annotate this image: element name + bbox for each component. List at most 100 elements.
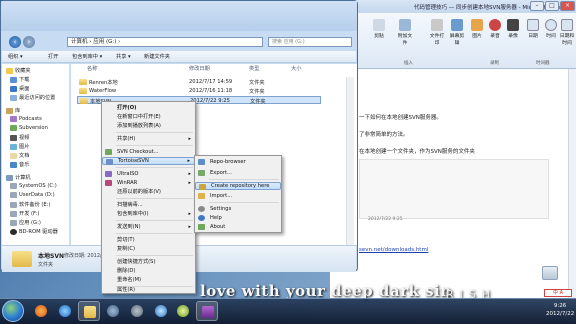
ribbon-datetime-button[interactable]: 日期和时间 (558, 19, 576, 46)
onenote-ribbon: 剪贴 附加文件 文件打印 屏幕剪辑 图片 录音 录像 日期 时间 日期和时间 插… (330, 13, 576, 69)
menu-cut[interactable]: 剪切(T) (102, 236, 195, 244)
menu-import[interactable]: Import... (195, 192, 281, 200)
menu-about[interactable]: About (195, 223, 281, 231)
taskbar-app-7[interactable] (172, 301, 194, 321)
ribbon-picture-button[interactable]: 图片 (468, 19, 486, 39)
menu-send-to[interactable]: 发送到(N) ▸ (102, 223, 195, 231)
minimize-button[interactable]: – (530, 1, 544, 11)
ribbon-clip-button[interactable]: 剪贴 (370, 19, 388, 39)
taskbar-app-4[interactable] (102, 301, 124, 321)
menu-create-repository[interactable]: Create repository here (195, 182, 281, 190)
nav-podcasts[interactable]: Podcasts (10, 116, 42, 122)
file-row[interactable]: WaterFlow 2012/7/16 11:18 文件夹 (77, 87, 321, 95)
menu-settings[interactable]: Settings (195, 205, 281, 213)
explorer-titlebar (1, 1, 357, 31)
back-button[interactable]: ‹ (9, 36, 21, 48)
address-bar[interactable]: 计算机 › 应用 (G:) › (67, 37, 263, 47)
open-button[interactable]: 打开 (48, 53, 58, 60)
nav-music[interactable]: 音乐 (10, 161, 29, 168)
nav-recent[interactable]: 最近访问的位置 (10, 94, 55, 101)
menu-export[interactable]: Export... (195, 169, 281, 177)
ime-indicator[interactable]: 中 A (544, 289, 572, 297)
menu-properties[interactable]: 属性(R) (102, 286, 195, 294)
nav-pictures[interactable]: 图片 (10, 143, 29, 150)
ribbon-screenclip-button[interactable]: 屏幕剪辑 (448, 19, 466, 46)
menu-scan-virus[interactable]: 扫描病毒... (102, 201, 195, 209)
nav-videos[interactable]: 视频 (10, 134, 29, 141)
menu-delete[interactable]: 删除(D) (102, 267, 195, 275)
taskbar-app-2[interactable] (54, 301, 76, 321)
file-list-scrollbar[interactable] (346, 77, 354, 245)
new-folder-button[interactable]: 新建文件夹 (144, 53, 170, 60)
taskbar-app-6[interactable] (150, 301, 172, 321)
close-button[interactable]: × (560, 1, 575, 11)
nav-drive-c[interactable]: SystemOS (C:) (10, 183, 57, 189)
start-button[interactable] (2, 300, 24, 322)
note-line-3: 在本地创建一个文件夹，作为SVN服务的文件夹 (359, 149, 475, 155)
menu-svn-checkout[interactable]: SVN Checkout... (102, 148, 195, 156)
column-size[interactable]: 大小 (291, 65, 301, 72)
column-name[interactable]: 名称 (87, 65, 97, 72)
taskbar-explorer[interactable] (78, 301, 100, 321)
menu-rename[interactable]: 重命名(M) (102, 276, 195, 284)
ribbon-audio-button[interactable]: 录音 (486, 19, 504, 39)
menu-create-shortcut[interactable]: 创建快捷方式(S) (102, 258, 195, 266)
nav-subversion[interactable]: Subversion (10, 125, 48, 131)
recycle-bin-icon[interactable] (542, 266, 558, 280)
nav-drive-d[interactable]: UserData (D:) (10, 192, 55, 198)
taskbar-firefox[interactable] (30, 301, 52, 321)
include-in-library-button[interactable]: 包含到库中 ▾ (72, 53, 102, 60)
onenote-window: 代码管理技巧 — 同步创建本地SVN服务器 - Microsoft OneNot… (330, 0, 576, 298)
menu-winrar[interactable]: WinRAR ▸ (102, 179, 195, 187)
column-type[interactable]: 类型 (249, 65, 259, 72)
nav-libraries[interactable]: 库 (6, 107, 20, 114)
drive-icon (10, 201, 17, 208)
nav-computer[interactable]: 计算机 (6, 174, 31, 181)
organize-button[interactable]: 组织 ▾ (8, 53, 23, 60)
nav-drive-f[interactable]: 开发 (F:) (10, 210, 39, 217)
menu-help[interactable]: Help (195, 214, 281, 222)
ribbon-date-button[interactable]: 日期 (524, 19, 542, 39)
ribbon-attach-button[interactable]: 附加文件 (396, 19, 414, 46)
nav-bd-rom[interactable]: BD-ROM 驱动器 (10, 228, 58, 235)
system-clock[interactable]: 9:26 2012/7/22 (546, 302, 574, 318)
taskbar-app-5[interactable] (126, 301, 148, 321)
maximize-button[interactable]: □ (545, 1, 559, 11)
menu-restore-previous[interactable]: 还原以前的版本(V) (102, 188, 195, 196)
music-icon (10, 161, 17, 168)
column-date[interactable]: 修改日期 (189, 65, 210, 72)
file-row[interactable]: Renren本地 2012/7/17 14:59 文件夹 (77, 78, 321, 86)
menu-tortoisesvn[interactable]: TortoiseSVN ▸ (102, 157, 195, 165)
search-input[interactable]: 搜索 应用 (G:) (268, 37, 352, 47)
menu-ultraiso[interactable]: UltraISO ▸ (102, 170, 195, 178)
menu-repo-browser[interactable]: Repo-browser (195, 158, 281, 166)
onenote-page[interactable]: 一下如何在本地创建SVN服务器。 了非常简单的方法。 在本地创建一个文件夹，作为… (330, 69, 576, 298)
forward-button[interactable]: › (23, 36, 35, 48)
menu-include-library[interactable]: 包含到库中(I) ▸ (102, 210, 195, 218)
folder-icon (79, 88, 87, 94)
star-icon (6, 67, 13, 74)
nav-favorites[interactable]: 收藏夹 (6, 67, 31, 74)
nav-documents[interactable]: 文档 (10, 152, 29, 159)
nav-drive-g[interactable]: 应用 (G:) (10, 219, 41, 226)
nav-downloads[interactable]: 下载 (10, 76, 29, 83)
ribbon-printout-button[interactable]: 文件打印 (428, 19, 446, 46)
export-icon (198, 170, 205, 176)
download-link[interactable]: sevn.net/downloads.html (359, 247, 428, 253)
share-button[interactable]: 共享 ▾ (116, 53, 131, 60)
navigation-pane: 收藏夹 下载 桌面 最近访问的位置 库 Podcasts Subversion … (2, 64, 70, 245)
menu-copy[interactable]: 复制(C) (102, 245, 195, 253)
ribbon-video-button[interactable]: 录像 (504, 19, 522, 39)
create-repository-icon (199, 184, 206, 190)
nav-desktop[interactable]: 桌面 (10, 85, 29, 92)
taskbar-onenote[interactable] (196, 301, 218, 321)
menu-open-new-window[interactable]: 在新窗口中打开(E) (102, 113, 195, 121)
repo-browser-icon (198, 159, 205, 165)
menu-add-to-playlist[interactable]: 添加到播放列表(A) (102, 122, 195, 130)
nav-drive-e[interactable]: 软件备份 (E:) (10, 201, 50, 208)
onenote-scrollbar[interactable] (568, 69, 576, 298)
menu-share[interactable]: 共享(H) ▸ (102, 135, 195, 143)
folder-icon (84, 306, 96, 318)
submenu-arrow-icon: ▸ (187, 158, 190, 164)
menu-open[interactable]: 打开(O) (102, 104, 195, 112)
